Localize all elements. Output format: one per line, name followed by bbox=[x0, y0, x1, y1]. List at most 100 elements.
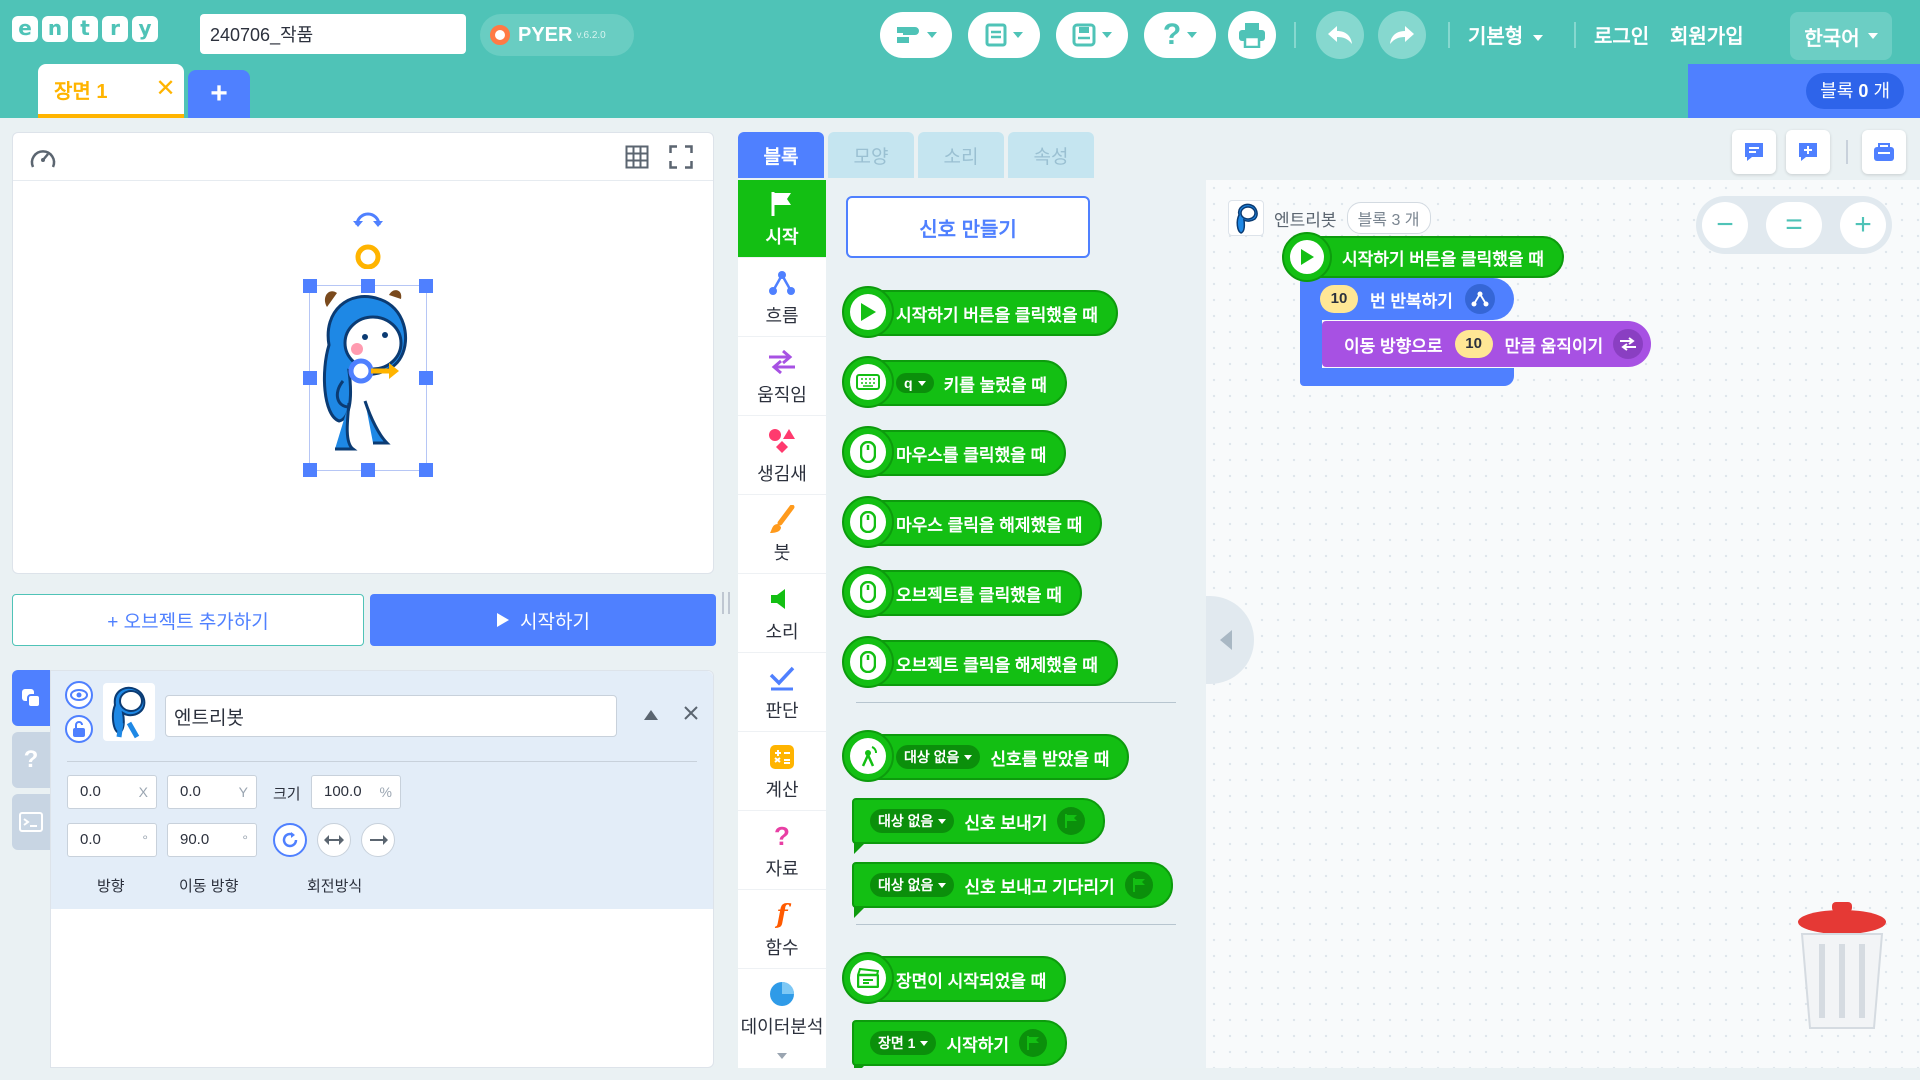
make-signal-button[interactable]: 신호 만들기 bbox=[846, 196, 1090, 258]
eye-icon[interactable] bbox=[65, 681, 93, 709]
no-rotation-icon bbox=[370, 835, 388, 845]
repeat-block-header[interactable]: 10 번 반복하기 bbox=[1300, 278, 1514, 320]
block-label: 시작하기 버튼을 클릭했을 때 bbox=[896, 305, 1098, 325]
dropdown-value: 대상 없음 bbox=[878, 877, 934, 893]
direction-field[interactable]: 0.0 ° bbox=[67, 823, 157, 857]
grid-icon[interactable] bbox=[625, 145, 649, 169]
y-coordinate-field[interactable]: 0.0 Y bbox=[167, 775, 257, 809]
delete-object-icon[interactable] bbox=[683, 705, 699, 721]
tab-console[interactable] bbox=[12, 794, 50, 850]
stage-canvas[interactable] bbox=[13, 181, 713, 573]
block-start-scene[interactable]: 장면 1 시작하기 bbox=[852, 1020, 1067, 1066]
arrows-icon bbox=[767, 347, 797, 377]
x-coordinate-field[interactable]: 0.0 X bbox=[67, 775, 157, 809]
tab-blocks[interactable]: 블록 bbox=[738, 132, 824, 178]
object-name-input[interactable] bbox=[165, 695, 617, 737]
rotation-none-button[interactable] bbox=[361, 823, 395, 857]
signal-target-dropdown[interactable]: 대상 없음 bbox=[870, 809, 955, 833]
add-scene-button[interactable]: + bbox=[188, 70, 250, 118]
key-dropdown[interactable]: q bbox=[896, 373, 934, 393]
comment-icon bbox=[1745, 143, 1763, 161]
add-object-button[interactable]: + 오브젝트 추가하기 bbox=[12, 594, 364, 646]
rotation-horizontal-button[interactable] bbox=[317, 823, 351, 857]
speed-gauge-icon[interactable] bbox=[29, 145, 57, 171]
start-button[interactable]: 시작하기 bbox=[370, 594, 716, 646]
trash-can-icon[interactable] bbox=[1794, 900, 1890, 1034]
tab-shapes[interactable]: 모양 bbox=[828, 132, 914, 178]
script-move-block[interactable]: 이동 방향으로 10 만큼 움직이기 bbox=[1322, 321, 1652, 367]
block-send-signal[interactable]: 대상 없음 신호 보내기 bbox=[852, 798, 1106, 844]
move-amount-input[interactable]: 10 bbox=[1454, 330, 1493, 358]
chevron-down-icon bbox=[920, 1040, 929, 1046]
object-list-item[interactable]: 0.0 X 0.0 Y 크기 100.0 % 0.0 ° 90.0 ° 방향 bbox=[51, 671, 713, 909]
category-function[interactable]: f 함수 bbox=[738, 891, 826, 969]
scroll-down-icon[interactable] bbox=[776, 1052, 788, 1060]
dropdown-value: 대상 없음 bbox=[904, 749, 960, 765]
tab-objects[interactable] bbox=[12, 670, 50, 726]
category-flow[interactable]: 흐름 bbox=[738, 259, 826, 337]
print-button[interactable] bbox=[1228, 11, 1276, 59]
block-when-scene-started[interactable]: 장면이 시작되었을 때 bbox=[842, 952, 1067, 1004]
block-label: 시작하기 bbox=[946, 1035, 1009, 1055]
move-direction-field[interactable]: 90.0 ° bbox=[167, 823, 257, 857]
unlock-icon[interactable] bbox=[65, 715, 93, 743]
entry-logo[interactable]: e n t r y bbox=[12, 16, 158, 42]
save-menu-button[interactable] bbox=[1056, 12, 1128, 58]
tab-help[interactable]: ? bbox=[12, 732, 50, 788]
block-when-signal-received[interactable]: 대상 없음 신호를 받았을 때 bbox=[842, 730, 1130, 782]
zoom-out-button[interactable]: − bbox=[1702, 202, 1748, 248]
category-data[interactable]: ? 자료 bbox=[738, 812, 826, 890]
language-selector[interactable]: 한국어 bbox=[1790, 12, 1892, 60]
zoom-in-button[interactable]: + bbox=[1840, 202, 1886, 248]
size-field[interactable]: 100.0 % bbox=[311, 775, 401, 809]
category-judgement[interactable]: 판단 bbox=[738, 654, 826, 732]
pyer-badge[interactable]: PYER v.6.2.0 bbox=[480, 14, 634, 56]
add-comment-button[interactable] bbox=[1786, 130, 1830, 174]
signal-target-dropdown[interactable]: 대상 없음 bbox=[896, 745, 981, 769]
category-brush[interactable]: 붓 bbox=[738, 496, 826, 574]
close-icon[interactable]: ✕ bbox=[155, 77, 175, 101]
category-sound[interactable]: 소리 bbox=[738, 575, 826, 653]
tab-properties[interactable]: 속성 bbox=[1008, 132, 1094, 178]
undo-button[interactable] bbox=[1316, 11, 1364, 59]
category-start[interactable]: 시작 bbox=[738, 180, 826, 258]
help-menu-button[interactable]: ? bbox=[1144, 12, 1216, 58]
redo-button[interactable] bbox=[1378, 11, 1426, 59]
block-when-object-released[interactable]: 오브젝트 클릭을 해제했을 때 bbox=[842, 636, 1118, 688]
block-when-start-clicked[interactable]: 시작하기 버튼을 클릭했을 때 bbox=[842, 286, 1118, 338]
comment-toggle-button[interactable] bbox=[1732, 130, 1776, 174]
panel-resize-grip[interactable] bbox=[722, 592, 730, 614]
category-looks[interactable]: 생김새 bbox=[738, 417, 826, 495]
plus-icon: + bbox=[210, 77, 228, 110]
rotation-free-button[interactable] bbox=[273, 823, 307, 857]
signup-link[interactable]: 회원가입 bbox=[1670, 20, 1744, 49]
zoom-controls: − = + bbox=[1696, 196, 1892, 254]
zoom-reset-button[interactable]: = bbox=[1766, 202, 1822, 248]
collapse-up-icon[interactable] bbox=[643, 709, 659, 721]
block-when-mouse-clicked[interactable]: 마우스를 클릭했을 때 bbox=[842, 426, 1067, 478]
block-when-object-clicked[interactable]: 오브젝트를 클릭했을 때 bbox=[842, 566, 1082, 618]
tab-sounds[interactable]: 소리 bbox=[918, 132, 1004, 178]
category-calculation[interactable]: 계산 bbox=[738, 733, 826, 811]
block-storage-button[interactable] bbox=[1862, 130, 1906, 174]
rotate-handle-icon[interactable] bbox=[351, 211, 385, 269]
mode-selector[interactable]: 기본형 bbox=[1468, 20, 1543, 49]
scene-dropdown[interactable]: 장면 1 bbox=[870, 1031, 937, 1055]
project-name-input[interactable] bbox=[200, 14, 466, 54]
repeat-count-input[interactable]: 10 bbox=[1320, 285, 1358, 313]
fullscreen-icon[interactable] bbox=[669, 145, 693, 169]
login-link[interactable]: 로그인 bbox=[1594, 20, 1649, 49]
signal-target-dropdown[interactable]: 대상 없음 bbox=[870, 873, 955, 897]
block-mode-menu-button[interactable] bbox=[880, 12, 952, 58]
entrybot-sprite[interactable] bbox=[313, 285, 423, 471]
script-hat-block[interactable]: 시작하기 버튼을 클릭했을 때 bbox=[1282, 232, 1564, 282]
category-movement[interactable]: 움직임 bbox=[738, 338, 826, 416]
block-label: 장면이 시작되었을 때 bbox=[896, 971, 1047, 991]
block-send-signal-and-wait[interactable]: 대상 없음 신호 보내고 기다리기 bbox=[852, 862, 1173, 908]
new-file-menu-button[interactable] bbox=[968, 12, 1040, 58]
block-when-mouse-released[interactable]: 마우스 클릭을 해제했을 때 bbox=[842, 496, 1103, 548]
chevron-down-icon bbox=[1102, 32, 1112, 38]
scene-tab[interactable]: 장면 1 ✕ bbox=[38, 64, 184, 118]
category-data-analysis[interactable]: 데이터분석 bbox=[738, 970, 826, 1048]
block-when-key-pressed[interactable]: q 키를 눌렀을 때 bbox=[842, 356, 1067, 408]
